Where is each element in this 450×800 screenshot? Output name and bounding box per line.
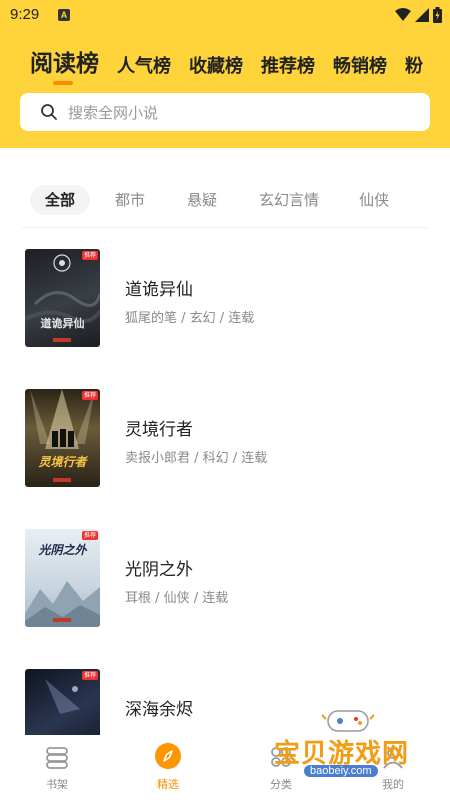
signal-icon — [415, 8, 429, 22]
battery-icon — [433, 7, 442, 23]
cover-badge: 推荐 — [81, 391, 98, 400]
category-all[interactable]: 全部 — [30, 185, 91, 215]
tab-bestseller-rank[interactable]: 畅销榜 — [333, 54, 387, 80]
category-suspense[interactable]: 悬疑 — [187, 185, 217, 215]
book-item[interactable]: 推荐 光阴之外 光阴之外 耳根 / 仙侠 / 连载 — [25, 529, 405, 629]
category-fantasy-romance[interactable]: 玄幻言情 — [259, 185, 319, 215]
book-title: 灵境行者 — [125, 420, 193, 440]
category-tabs: 全部 都市 悬疑 玄幻言情 仙侠 — [30, 185, 389, 215]
notification-icon: A — [58, 9, 70, 21]
rank-tabs: 阅读榜 人气榜 收藏榜 推荐榜 畅销榜 粉 — [30, 40, 423, 80]
cover-title: 道诡异仙 — [40, 317, 85, 330]
tab-reading-rank[interactable]: 阅读榜 — [30, 48, 99, 80]
status-time: 9:29 — [10, 6, 40, 23]
status-icons — [395, 7, 442, 23]
search-input[interactable]: 搜索全网小说 — [20, 93, 430, 131]
book-title: 道诡异仙 — [125, 280, 193, 300]
book-cover: 推荐 — [25, 669, 100, 735]
gamepad-icon — [321, 710, 375, 732]
cover-art — [25, 254, 100, 342]
book-cover: 推荐 道诡异仙 — [25, 249, 100, 347]
nav-bookshelf[interactable]: 书架 — [22, 735, 92, 800]
tab-recommend-rank[interactable]: 推荐榜 — [261, 54, 315, 80]
divider — [22, 227, 428, 228]
book-cover: 推荐 灵境行者 — [25, 389, 100, 487]
category-xianxia[interactable]: 仙侠 — [359, 185, 389, 215]
wifi-icon — [395, 8, 411, 21]
cover-title: 光阴之外 — [38, 543, 87, 557]
compass-icon — [155, 743, 181, 769]
book-meta: 卖报小郎君 / 科幻 / 连载 — [125, 451, 268, 466]
book-item[interactable]: 推荐 灵境行者 灵境行者 卖报小郎君 / 科幻 / 连载 — [25, 389, 405, 489]
watermark-url: baobeiy.com — [304, 765, 378, 777]
tab-fans-rank[interactable]: 粉 — [405, 54, 423, 80]
book-meta: 耳根 / 仙侠 / 连载 — [125, 591, 229, 606]
cover-badge: 推荐 — [81, 251, 98, 260]
cover-badge: 推荐 — [81, 531, 98, 540]
search-icon — [41, 104, 57, 120]
category-urban[interactable]: 都市 — [115, 185, 145, 215]
book-title: 深海余烬 — [125, 700, 193, 720]
search-placeholder: 搜索全网小说 — [68, 103, 159, 122]
book-meta: 狐尾的笔 / 玄幻 / 连载 — [125, 311, 255, 326]
book-item[interactable]: 推荐 道诡异仙 道诡异仙 狐尾的笔 / 玄幻 / 连载 — [25, 249, 405, 349]
active-tab-indicator — [53, 81, 73, 85]
nav-featured-label: 精选 — [157, 778, 179, 791]
status-bar: 9:29 A — [0, 0, 450, 32]
nav-featured[interactable]: 精选 — [133, 735, 203, 800]
nav-bookshelf-label: 书架 — [46, 778, 68, 791]
cover-title: 灵境行者 — [38, 455, 87, 469]
tab-popularity-rank[interactable]: 人气榜 — [117, 54, 171, 80]
book-title: 光阴之外 — [125, 560, 193, 580]
bookshelf-icon — [46, 747, 68, 769]
app-screen: 9:29 A 阅读榜 人气榜 收藏榜 推荐榜 畅销榜 粉 搜索全网小说 全部 都… — [0, 0, 450, 800]
cover-badge: 推荐 — [81, 671, 98, 680]
tab-favorites-rank[interactable]: 收藏榜 — [189, 54, 243, 80]
book-cover: 推荐 光阴之外 — [25, 529, 100, 627]
cover-art — [30, 389, 95, 482]
watermark: 宝贝游戏网 baobeiy.com — [260, 705, 430, 785]
